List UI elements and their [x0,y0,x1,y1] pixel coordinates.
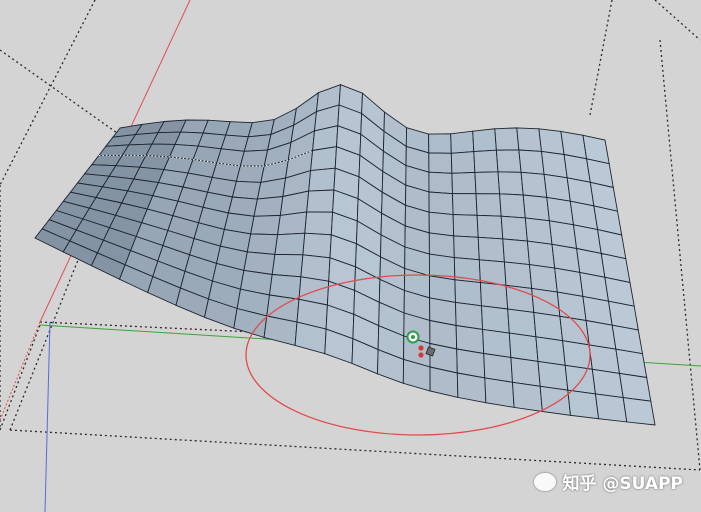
mesh-face[interactable] [428,191,454,216]
mesh-face[interactable] [306,189,335,213]
mesh-face[interactable] [591,368,624,399]
mesh-face[interactable] [538,128,565,156]
vertex-marker-icon [418,352,424,358]
mesh-face[interactable] [472,128,497,153]
mesh-face[interactable] [503,261,533,289]
mesh-face[interactable] [533,311,564,342]
mesh-face[interactable] [499,193,526,219]
mesh-face[interactable] [482,328,512,359]
mesh-face[interactable] [622,397,656,426]
mesh-face[interactable] [479,282,509,310]
blue-axis [44,321,51,512]
mesh-face[interactable] [474,171,501,195]
mesh-face[interactable] [520,171,548,198]
mesh-face[interactable] [308,167,336,192]
mesh-face[interactable] [452,193,478,216]
terrain-mesh-surface[interactable] [34,84,656,426]
mesh-face[interactable] [271,253,304,278]
mesh-face[interactable] [428,133,452,154]
mesh-face[interactable] [428,171,453,195]
mesh-face[interactable] [539,385,572,416]
mesh-face[interactable] [455,301,484,330]
mesh-face[interactable] [452,214,479,238]
mesh-face[interactable] [243,134,272,152]
mesh-face[interactable] [253,195,284,217]
mesh-face[interactable] [537,360,569,391]
mesh-face[interactable] [502,238,530,266]
mesh-face[interactable] [231,180,262,200]
mesh-face[interactable] [225,121,253,138]
zhihu-logo-icon [534,472,557,491]
mesh-face[interactable] [507,308,537,338]
mesh-face[interactable] [528,264,558,293]
mesh-face[interactable] [454,279,482,307]
mesh-face[interactable] [524,217,553,245]
mesh-face[interactable] [476,214,504,240]
watermark-text: 知乎 @SUAPP [562,474,683,494]
cursor-dot-icon [411,335,415,339]
mesh-face[interactable] [481,305,510,334]
mesh-face[interactable] [500,215,528,242]
mesh-face[interactable] [497,171,524,196]
mesh-face[interactable] [274,232,306,256]
mesh-face[interactable] [277,211,308,236]
mesh-face[interactable] [522,194,550,222]
sketchup-3d-viewport[interactable] [0,0,701,512]
mesh-face[interactable] [535,336,566,366]
watermark: 知乎 @SUAPP [534,469,683,494]
mesh-face[interactable] [516,127,543,152]
mesh-face[interactable] [526,240,556,269]
mesh-face[interactable] [510,356,541,387]
mesh-face[interactable] [246,233,279,255]
mesh-face[interactable] [594,393,628,423]
mesh-face[interactable] [428,232,455,259]
mesh-face[interactable] [473,149,499,173]
vertex-marker-icon [418,345,424,351]
mesh-face[interactable] [239,149,269,167]
mesh-face[interactable] [518,149,545,175]
mesh-face[interactable] [564,364,597,395]
mesh-face[interactable] [450,130,475,154]
mesh-face[interactable] [540,150,568,179]
mesh-face[interactable] [495,149,522,173]
mesh-face[interactable] [235,165,265,183]
mesh-face[interactable] [250,214,281,236]
mesh-face[interactable] [567,389,600,420]
mesh-face[interactable] [531,287,561,317]
mesh-face[interactable] [310,146,337,172]
mesh-face[interactable] [475,193,502,217]
mesh-face[interactable] [428,152,453,174]
mesh-face[interactable] [450,151,476,174]
mesh-face[interactable] [494,127,520,151]
mesh-face[interactable] [505,284,535,313]
mesh-face[interactable] [302,232,332,259]
mesh-face[interactable] [304,211,334,236]
mesh-face[interactable] [508,332,539,362]
mesh-face[interactable] [618,372,652,402]
mesh-face[interactable] [512,381,543,413]
mesh-face[interactable] [451,171,477,195]
mesh-face[interactable] [562,340,593,370]
mesh-face[interactable] [453,235,480,261]
mesh-face[interactable] [477,236,505,263]
mesh-face[interactable] [428,211,455,237]
mesh-face[interactable] [484,377,515,408]
mesh-face[interactable] [456,372,487,404]
